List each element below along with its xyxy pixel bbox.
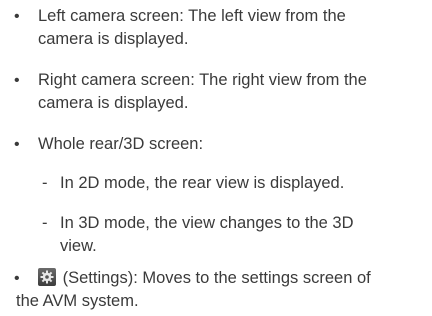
- list-item-text: Right camera screen: The right view from…: [38, 71, 367, 89]
- gear-icon: [38, 268, 56, 286]
- dash: -: [42, 214, 48, 232]
- dash: -: [42, 174, 48, 192]
- list-item-text: Left camera screen: The left view from t…: [38, 7, 346, 25]
- bullet: •: [14, 136, 20, 153]
- list-item-text: camera is displayed.: [38, 30, 189, 48]
- list-item-text: camera is displayed.: [38, 94, 189, 112]
- settings-text: (Settings): Moves to the settings screen…: [62, 269, 371, 287]
- settings-line: (Settings): Moves to the settings screen…: [38, 268, 418, 289]
- bullet: •: [14, 8, 20, 25]
- bullet: •: [14, 72, 20, 89]
- list-item-text: Whole rear/3D screen:: [38, 135, 204, 153]
- sub-list-item-text: In 2D mode, the rear view is displayed.: [60, 174, 345, 192]
- settings-text-continued: the AVM system.: [16, 292, 139, 310]
- sub-list-item-text: In 3D mode, the view changes to the 3D: [60, 214, 354, 232]
- bullet: •: [14, 270, 20, 287]
- sub-list-item-text: view.: [60, 237, 97, 255]
